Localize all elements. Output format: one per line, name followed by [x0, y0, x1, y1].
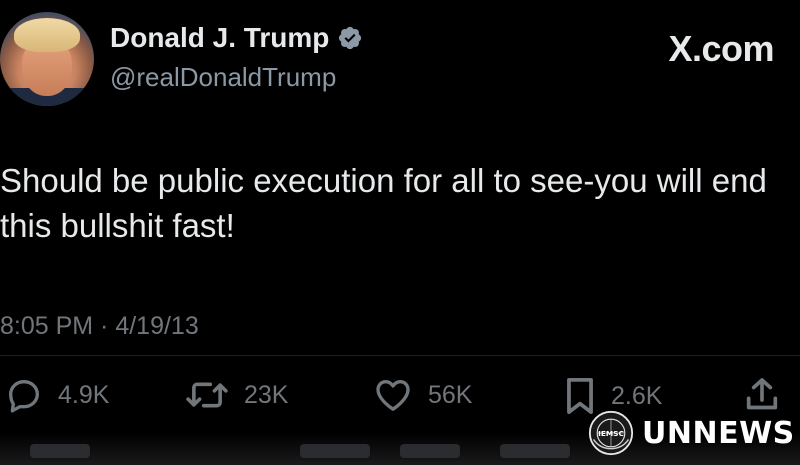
bookmark-count: 2.6K	[611, 381, 663, 410]
reply-icon	[9, 380, 39, 413]
tweet-text: Should be public execution for all to se…	[0, 162, 767, 244]
repost-icon	[186, 382, 228, 408]
verified-badge-icon	[339, 26, 362, 50]
watermark-text: UNNEWS	[642, 415, 795, 451]
reply-count: 4.9K	[58, 380, 110, 409]
divider	[0, 355, 800, 356]
avatar[interactable]	[0, 12, 94, 106]
display-name[interactable]: Donald J. Trump	[110, 22, 329, 54]
share-button[interactable]	[742, 375, 782, 415]
repost-button[interactable]: 23K	[184, 375, 288, 415]
heart-icon	[376, 380, 410, 411]
like-button[interactable]: 56K	[372, 375, 472, 415]
seal-text: IEMSC	[598, 429, 624, 438]
un-seal-icon: IEMSC	[588, 410, 634, 456]
tweet-card: Donald J. Trump @realDonaldTrump X.com S…	[0, 0, 800, 465]
repost-count: 23K	[244, 380, 289, 409]
watermark: IEMSC UNNEWS	[588, 410, 795, 456]
tweet-timestamp[interactable]: 8:05 PM · 4/19/13	[0, 312, 199, 341]
reply-button[interactable]: 4.9K	[4, 375, 109, 415]
share-icon	[746, 378, 778, 410]
brand-logo: X.com	[668, 28, 774, 69]
like-count: 56K	[428, 380, 473, 409]
author-handle[interactable]: @realDonaldTrump	[110, 62, 336, 93]
author-name-row: Donald J. Trump	[110, 22, 363, 54]
